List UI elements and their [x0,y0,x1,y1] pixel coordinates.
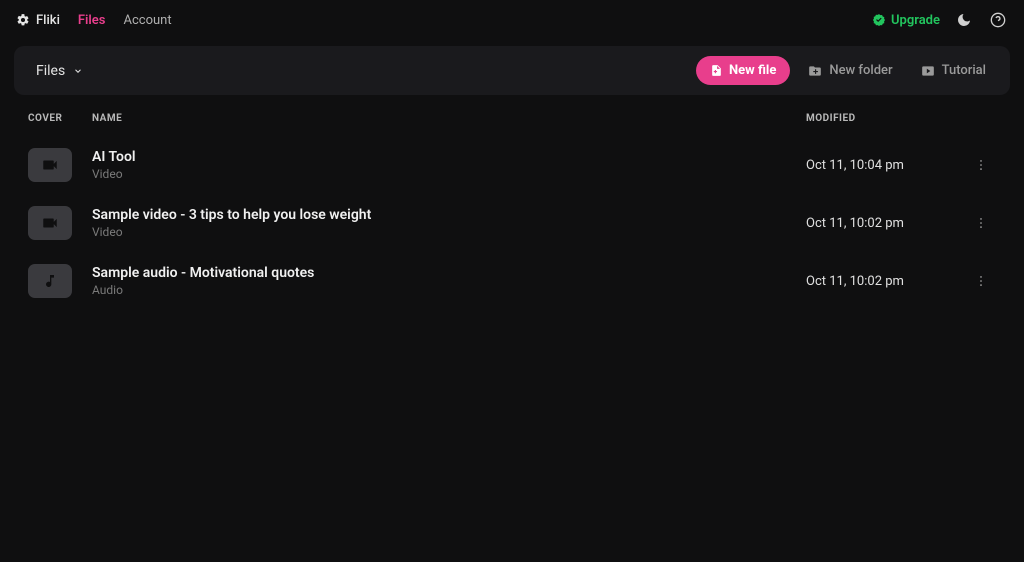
row-kebab-menu[interactable] [966,274,996,288]
file-modified: Oct 11, 10:02 pm [806,216,966,231]
table-row[interactable]: Sample video - 3 tips to help you lose w… [14,194,1010,252]
brand[interactable]: Fliki [16,13,60,28]
kebab-icon [974,274,988,288]
table-row[interactable]: Sample audio - Motivational quotes Audio… [14,252,1010,310]
video-camera-icon [41,156,59,174]
file-title: Sample audio - Motivational quotes [92,265,806,281]
brand-label: Fliki [36,13,60,28]
check-badge-icon [872,13,886,27]
file-thumbnail [28,148,72,182]
file-type: Video [92,225,806,239]
folder-dropdown[interactable]: Files [28,59,91,83]
upgrade-label: Upgrade [891,13,940,28]
kebab-icon [974,216,988,230]
kebab-icon [974,158,988,172]
file-modified: Oct 11, 10:02 pm [806,274,966,289]
file-title: Sample video - 3 tips to help you lose w… [92,207,806,223]
col-name: NAME [92,113,806,124]
play-video-icon [921,64,935,78]
file-plus-icon [710,64,723,77]
chevron-down-icon [73,66,83,76]
row-kebab-menu[interactable] [966,158,996,172]
tutorial-label: Tutorial [942,63,986,78]
file-thumbnail [28,206,72,240]
theme-toggle-icon[interactable] [954,10,974,30]
file-table: COVER NAME MODIFIED AI Tool Video Oct 11… [0,95,1024,310]
new-folder-label: New folder [829,63,892,78]
table-row[interactable]: AI Tool Video Oct 11, 10:04 pm [14,136,1010,194]
upgrade-button[interactable]: Upgrade [872,13,940,28]
gear-icon [16,13,30,27]
file-title: AI Tool [92,149,806,165]
nav-files[interactable]: Files [78,13,106,28]
toolbar: Files New file New folder Tutorial [14,46,1010,95]
file-type: Video [92,167,806,181]
music-note-icon [42,273,58,289]
toolbar-right: New file New folder Tutorial [696,56,996,85]
file-name-cell: Sample audio - Motivational quotes Audio [92,265,806,297]
help-icon[interactable] [988,10,1008,30]
col-cover: COVER [28,113,92,124]
video-camera-icon [41,214,59,232]
file-type: Audio [92,283,806,297]
file-modified: Oct 11, 10:04 pm [806,158,966,173]
new-file-label: New file [729,63,776,78]
nav-account[interactable]: Account [123,13,171,28]
topbar-right: Upgrade [872,10,1008,30]
row-kebab-menu[interactable] [966,216,996,230]
tutorial-button[interactable]: Tutorial [911,56,996,85]
new-file-button[interactable]: New file [696,56,790,85]
table-header: COVER NAME MODIFIED [14,95,1010,136]
new-folder-button[interactable]: New folder [798,56,902,85]
topbar: Fliki Files Account Upgrade [0,0,1024,40]
file-name-cell: AI Tool Video [92,149,806,181]
folder-plus-icon [808,64,822,78]
file-name-cell: Sample video - 3 tips to help you lose w… [92,207,806,239]
folder-dropdown-label: Files [36,63,65,79]
topbar-left: Fliki Files Account [16,13,172,28]
file-thumbnail [28,264,72,298]
col-modified: MODIFIED [806,113,966,124]
